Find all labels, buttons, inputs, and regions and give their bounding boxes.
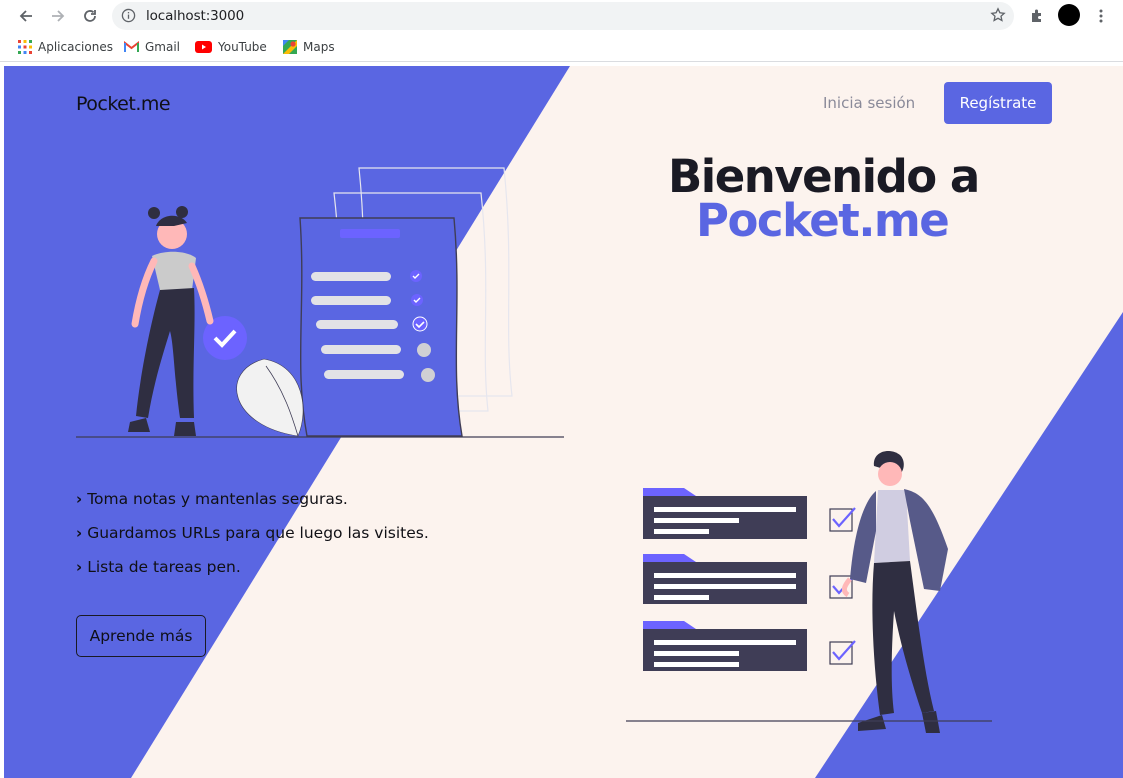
- profile-avatar[interactable]: [1058, 4, 1080, 26]
- browser-toolbar: localhost:3000: [0, 0, 1123, 32]
- register-button[interactable]: Regístrate: [944, 82, 1052, 124]
- task-list-illustration: [626, 450, 992, 733]
- address-bar[interactable]: localhost:3000: [112, 2, 1014, 30]
- gmail-icon: [124, 41, 139, 52]
- reload-icon[interactable]: [78, 4, 102, 28]
- url-text[interactable]: localhost:3000: [146, 8, 244, 24]
- info-icon[interactable]: [121, 8, 136, 28]
- back-icon[interactable]: [14, 4, 38, 28]
- brand-logo[interactable]: Pocket.me: [76, 93, 171, 115]
- chevron-right-icon: ›: [76, 490, 83, 508]
- feature-item: › Lista de tareas pen.: [76, 558, 241, 576]
- bookmarks-bar: Aplicaciones Gmail YouTube Maps: [0, 32, 1123, 62]
- feature-item: › Guardamos URLs para que luego las visi…: [76, 524, 429, 542]
- feature-text: Toma notas y mantenlas seguras.: [87, 490, 348, 508]
- bookmark-label: Maps: [303, 40, 335, 54]
- extensions-icon[interactable]: [1025, 4, 1049, 28]
- bookmark-label: Aplicaciones: [38, 40, 113, 54]
- chevron-right-icon: ›: [76, 524, 83, 542]
- forward-icon[interactable]: [46, 4, 70, 28]
- browser-menu-icon[interactable]: [1089, 4, 1113, 28]
- feature-text: Lista de tareas pen.: [87, 558, 241, 576]
- checklist-illustration: [76, 167, 564, 438]
- login-link[interactable]: Inicia sesión: [823, 94, 915, 112]
- bookmark-label: YouTube: [218, 40, 267, 54]
- feature-text: Guardamos URLs para que luego las visite…: [87, 524, 429, 542]
- apps-grid-icon: [18, 40, 32, 54]
- learn-more-button[interactable]: Aprende más: [76, 615, 206, 657]
- hero-title: Bienvenido a: [668, 150, 980, 203]
- landing-page: Pocket.me Inicia sesión Regístrate Bienv…: [4, 66, 1123, 778]
- bookmark-maps[interactable]: Maps: [283, 38, 335, 56]
- bookmark-star-icon[interactable]: [990, 7, 1006, 28]
- youtube-icon: [195, 41, 212, 53]
- maps-icon: [283, 40, 297, 54]
- hero-brand: Pocket.me: [696, 194, 950, 247]
- bookmark-gmail[interactable]: Gmail: [124, 38, 180, 56]
- chevron-right-icon: ›: [76, 558, 83, 576]
- bookmark-youtube[interactable]: YouTube: [195, 38, 267, 56]
- bookmark-apps[interactable]: Aplicaciones: [18, 38, 113, 56]
- feature-item: › Toma notas y mantenlas seguras.: [76, 490, 348, 508]
- bookmark-label: Gmail: [145, 40, 181, 54]
